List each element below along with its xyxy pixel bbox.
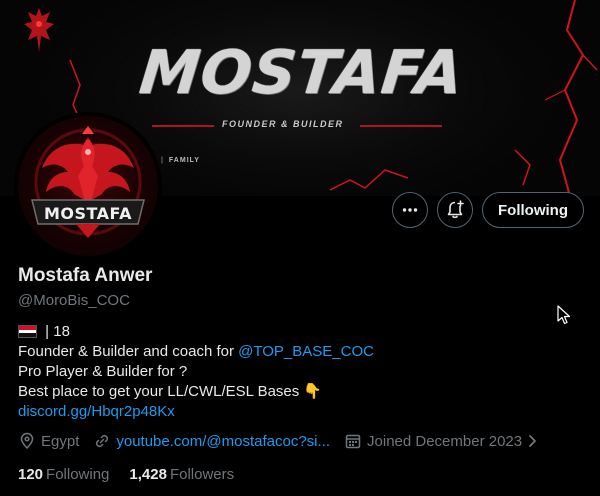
- location: Egypt: [18, 432, 79, 450]
- bio-role: Founder & Builder and coach for: [18, 343, 239, 360]
- bio-line-2: Founder & Builder and coach for @TOP_BAS…: [18, 342, 374, 362]
- more-horizontal-icon: [402, 208, 418, 212]
- link-icon: [96, 434, 109, 448]
- profile-meta: Egypt youtube.com/@mostafacoc?si... Join…: [18, 432, 558, 450]
- followers-label: Followers: [169, 466, 235, 483]
- bio-line-1: | 18: [18, 322, 374, 342]
- avatar-image: MOSTAFA: [18, 116, 158, 256]
- banner-subtitle: FOUNDER & BUILDER: [222, 119, 344, 129]
- following-button[interactable]: Following: [482, 192, 584, 228]
- bell-plus-icon: [447, 200, 464, 219]
- calendar-icon: [345, 434, 361, 449]
- following-label: Following: [46, 466, 110, 483]
- mouse-cursor-icon: [557, 305, 571, 325]
- location-pin-icon: [20, 432, 34, 450]
- join-date-text: Joined December 2023: [367, 432, 523, 450]
- avatar-phoenix-emblem: [31, 126, 145, 238]
- chevron-right-icon[interactable]: [527, 434, 539, 448]
- profile-handle: @MoroBis_COC: [18, 292, 130, 309]
- website: youtube.com/@mostafacoc?si...: [93, 432, 330, 450]
- banner-tag-right: FAMILY: [168, 157, 200, 164]
- profile-name: Mostafa Anwer: [18, 265, 153, 286]
- more-button[interactable]: [392, 192, 428, 228]
- avatar[interactable]: MOSTAFA: [14, 112, 162, 260]
- banner-subtitle-row: FOUNDER & BUILDER: [152, 119, 442, 133]
- website-link[interactable]: youtube.com/@mostafacoc?si...: [116, 433, 330, 450]
- egypt-flag-icon: [18, 325, 37, 338]
- profile-stats: 120 Following 1,428 Followers: [18, 466, 254, 483]
- red-crack-bottom: [330, 169, 409, 191]
- mention-link[interactable]: @TOP_BASE_COC: [238, 343, 374, 360]
- notifications-button[interactable]: [437, 192, 473, 228]
- following-stat[interactable]: 120 Following: [18, 466, 109, 483]
- bio-line-3: Pro Player & Builder for ?: [18, 363, 188, 380]
- followers-count: 1,428: [129, 466, 167, 483]
- bio-line-4: Best place to get your LL/CWL/ESL Bases …: [18, 383, 323, 400]
- discord-link[interactable]: discord.gg/Hbqr2p48Kx: [18, 402, 374, 422]
- profile-bio: | 18 Founder & Builder and coach for @TO…: [18, 322, 374, 422]
- avatar-text: MOSTAFA: [43, 204, 133, 223]
- location-text: Egypt: [41, 432, 80, 450]
- phoenix-logo-icon: [24, 8, 54, 52]
- following-count: 120: [18, 466, 44, 483]
- bio-age: | 18: [41, 323, 70, 340]
- banner-title: MOSTAFA: [136, 38, 468, 108]
- banner-divider-right: [360, 125, 442, 127]
- join-date: Joined December 2023: [344, 432, 544, 450]
- red-crack-right: [514, 0, 598, 196]
- banner-divider-left: [152, 125, 214, 127]
- followers-stat[interactable]: 1,428 Followers: [129, 466, 234, 483]
